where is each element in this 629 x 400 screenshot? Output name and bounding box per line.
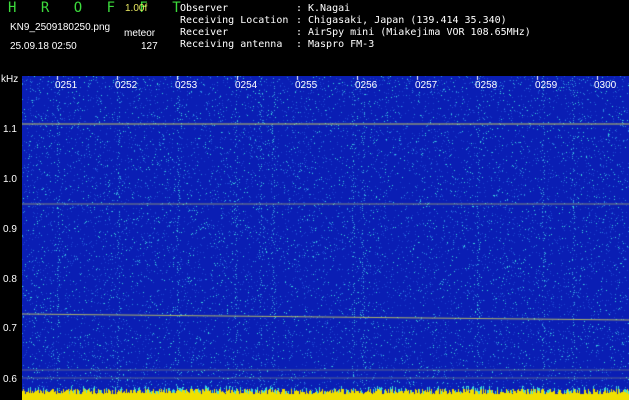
app-version: 1.00f — [125, 3, 148, 14]
time-label: 0252 — [115, 80, 138, 91]
time-label: 0259 — [535, 80, 558, 91]
antenna-sep: : — [296, 39, 303, 50]
y-tick-label: 1.0 — [3, 174, 17, 185]
observer-label: Observer — [180, 3, 229, 14]
observer-value: K.Nagai — [308, 3, 351, 14]
time-label: 0255 — [295, 80, 318, 91]
antenna-value: Maspro FM-3 — [308, 39, 375, 50]
observation-mode: meteor — [124, 28, 156, 39]
y-tick-label: 0.8 — [3, 274, 17, 285]
image-filename: KN9_2509180250.png — [10, 22, 111, 33]
location-value: Chigasaki, Japan (139.414 35.340) — [308, 15, 507, 26]
location-sep: : — [296, 15, 303, 26]
receiver-value: AirSpy mini (Miakejima VOR 108.65MHz) — [308, 27, 531, 38]
y-tick-label: 1.1 — [3, 124, 17, 135]
receiver-label: Receiver — [180, 27, 229, 38]
app-name: H R O F F T — [8, 0, 189, 16]
location-label: Receiving Location — [180, 15, 289, 26]
y-tick-label: 0.9 — [3, 224, 17, 235]
y-tick-label: 0.7 — [3, 323, 17, 334]
time-label: 0251 — [55, 80, 78, 91]
time-label: 0257 — [415, 80, 438, 91]
y-tick-label: 0.6 — [3, 374, 17, 385]
antenna-label: Receiving antenna — [180, 39, 283, 50]
time-label: 0253 — [175, 80, 198, 91]
receiver-sep: : — [296, 27, 303, 38]
observation-datetime: 25.09.18 02:50 — [10, 41, 77, 52]
spectrogram — [22, 76, 629, 400]
time-label: 0258 — [475, 80, 498, 91]
meteor-count: 127 — [141, 41, 158, 52]
time-label: 0254 — [235, 80, 258, 91]
observer-sep: : — [296, 3, 303, 14]
y-axis-unit: kHz — [1, 74, 19, 85]
time-label: 0256 — [355, 80, 378, 91]
time-label: 0300 — [594, 80, 617, 91]
